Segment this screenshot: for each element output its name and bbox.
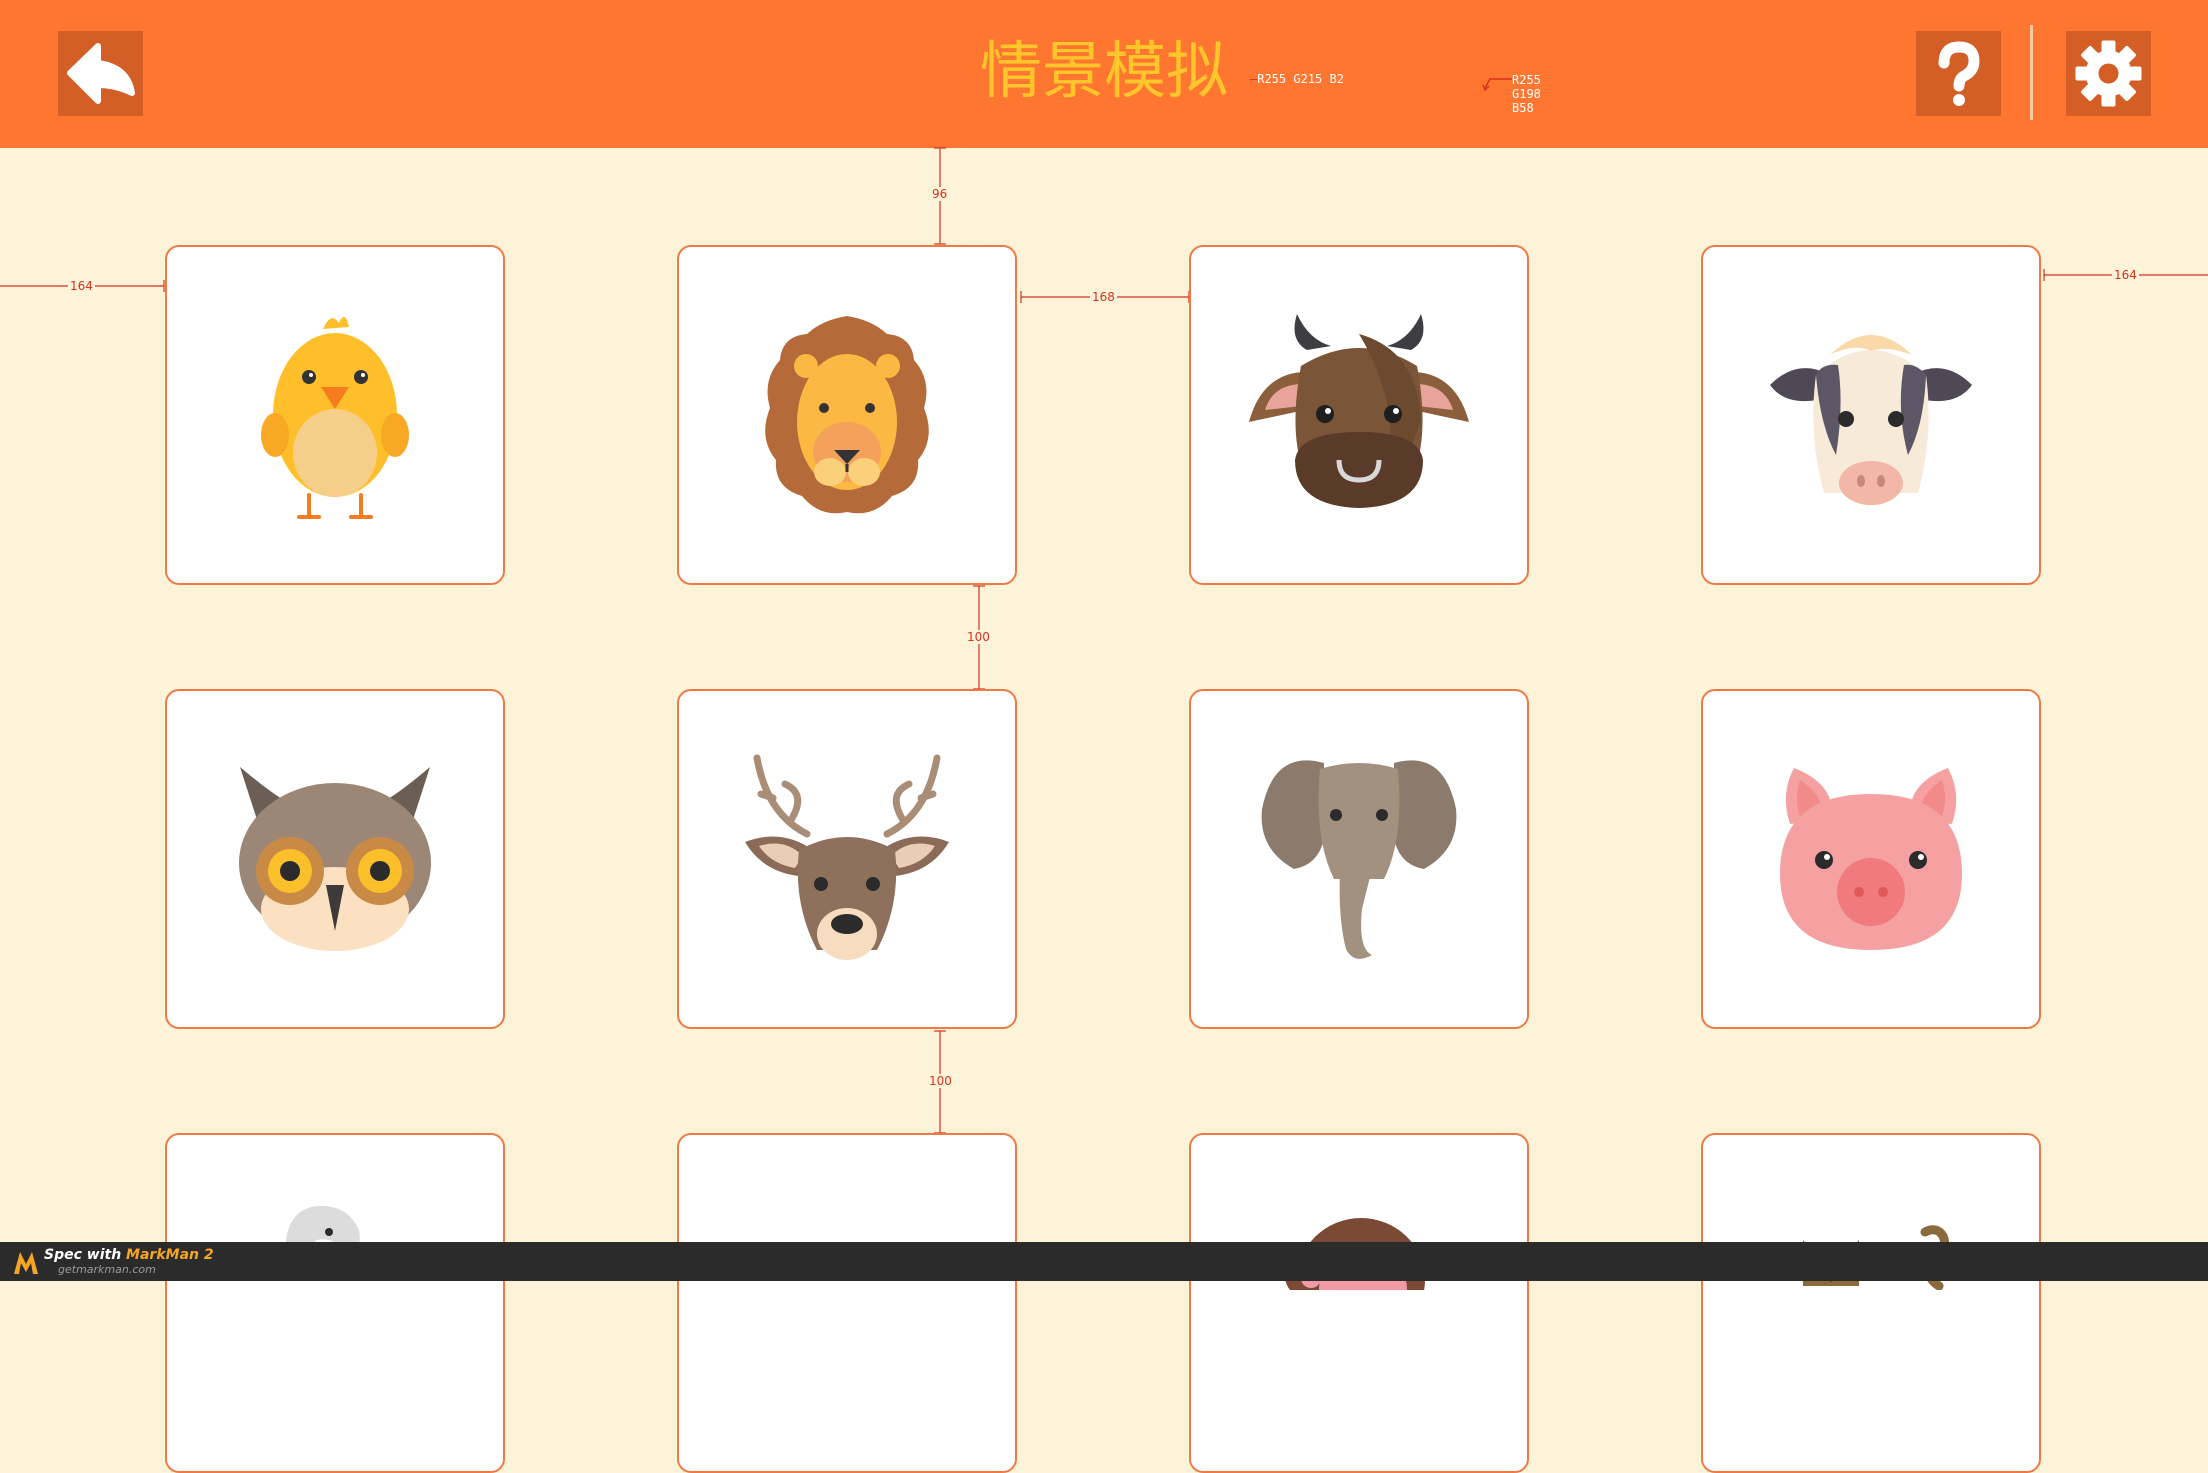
footer-credit: Spec with MarkMan 2 bbox=[44, 1247, 214, 1263]
bull-icon bbox=[1249, 314, 1469, 508]
animal-card-cat[interactable] bbox=[1701, 1133, 2041, 1473]
animal-card-bull[interactable] bbox=[1189, 245, 1529, 585]
footer-bar: Spec with MarkMan 2 getmarkman.com bbox=[0, 1242, 2208, 1281]
spec-label-header-gap: 96 bbox=[930, 187, 950, 201]
animal-card-chick[interactable] bbox=[165, 245, 505, 585]
chick-icon bbox=[261, 316, 409, 519]
spec-label-left-margin: 164 bbox=[68, 279, 95, 293]
animal-card-cow[interactable] bbox=[1701, 245, 2041, 585]
deer-icon bbox=[745, 754, 949, 960]
animal-card-monkey[interactable] bbox=[1189, 1133, 1529, 1473]
spec-label-row-gap-1: 100 bbox=[965, 630, 992, 644]
markman-logo-icon bbox=[14, 1252, 38, 1274]
footer-brand: MarkMan 2 bbox=[126, 1247, 214, 1263]
spec-label-column-gap: 168 bbox=[1090, 290, 1117, 304]
elephant-icon bbox=[1261, 760, 1457, 959]
animal-card-blank[interactable] bbox=[677, 1133, 1017, 1473]
animal-card-elephant[interactable] bbox=[1189, 689, 1529, 1029]
spec-measure-lines bbox=[0, 147, 2208, 1134]
animal-card-deer[interactable] bbox=[677, 689, 1017, 1029]
cow-icon bbox=[1770, 335, 1972, 505]
animal-card-owl[interactable] bbox=[165, 689, 505, 1029]
lion-icon bbox=[765, 316, 929, 514]
footer-prefix: Spec with bbox=[44, 1247, 127, 1263]
footer-url[interactable]: getmarkman.com bbox=[58, 1264, 156, 1276]
spec-label-row-gap-2: 100 bbox=[927, 1074, 954, 1088]
animal-card-pig[interactable] bbox=[1701, 689, 2041, 1029]
spec-label-right-margin: 164 bbox=[2112, 268, 2139, 282]
animal-card-swan[interactable] bbox=[165, 1133, 505, 1473]
animal-card-lion[interactable] bbox=[677, 245, 1017, 585]
pig-icon bbox=[1780, 768, 1962, 950]
owl-icon bbox=[239, 767, 431, 951]
